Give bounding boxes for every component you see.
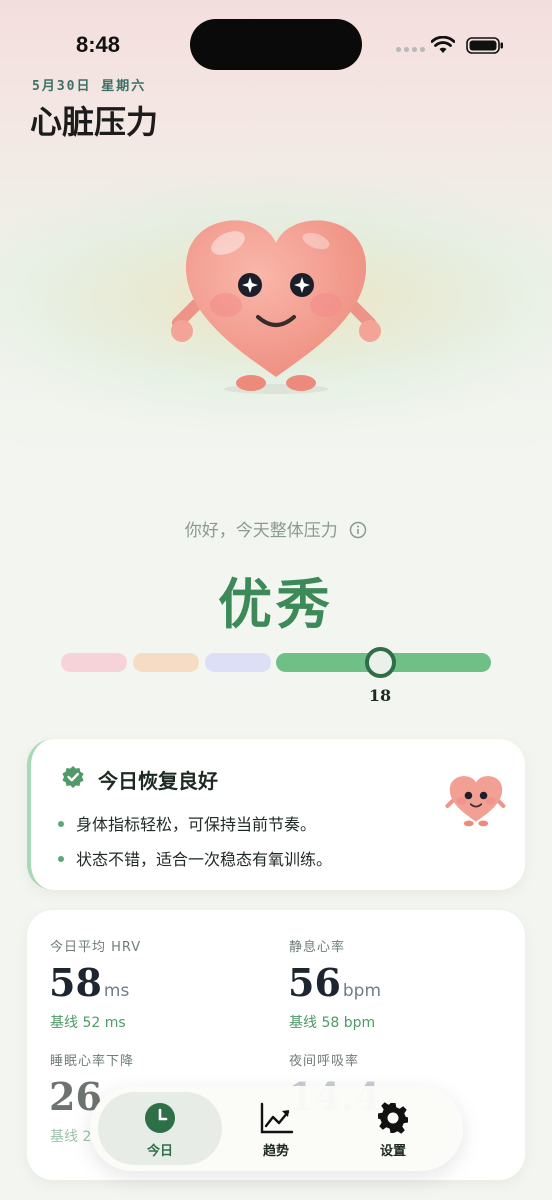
wifi-icon <box>431 36 455 53</box>
info-icon[interactable] <box>349 521 367 539</box>
stress-level-label: 优秀 <box>218 573 334 636</box>
tab-settings[interactable]: 设置 <box>331 1092 455 1165</box>
metric-baseline-hrv: 基线 52 ms <box>50 1015 126 1031</box>
status-time: 8:48 <box>76 32 121 57</box>
cellular-signal-icon <box>396 47 425 52</box>
recovery-bullet: 状态不错，适合一次稳态有氧训练。 <box>58 846 332 870</box>
metric-baseline-resting-hr: 基线 58 bpm <box>289 1015 376 1031</box>
metric-baseline-sleep-hr-drop: 基线 2 <box>50 1129 92 1145</box>
small-heart-mascot-icon <box>445 776 506 827</box>
tab-trends-label: 趋势 <box>262 1144 289 1159</box>
stress-scale-segment-high <box>61 653 127 672</box>
recovery-card[interactable]: 今日恢复良好 身体指标轻松，可保持当前节奏。 状态不错，适合一次稳态有氧训练。 <box>27 739 525 890</box>
heart-mascot-illustration <box>171 220 381 394</box>
date-label: 5月30日 星期六 <box>32 79 147 94</box>
recovery-card-title: 今日恢复良好 <box>98 769 218 793</box>
tab-today-label: 今日 <box>146 1144 173 1159</box>
stress-scale-segment-medium <box>133 653 199 672</box>
metric-label-night-resp-rate: 夜间呼吸率 <box>289 1054 360 1069</box>
clock-icon <box>145 1103 175 1133</box>
metric-label-resting-hr: 静息心率 <box>289 940 346 955</box>
stress-scale-indicator <box>365 647 396 678</box>
tab-today[interactable]: 今日 <box>98 1092 222 1165</box>
metric-label-hrv: 今日平均 HRV <box>50 940 142 955</box>
gear-icon <box>378 1102 408 1134</box>
page-title: 心脏压力 <box>30 103 159 141</box>
tab-settings-label: 设置 <box>379 1144 406 1159</box>
greeting-text: 你好，今天整体压力 <box>0 516 552 541</box>
metric-value-hrv: 58 ms <box>49 960 130 1005</box>
recovery-bullet: 身体指标轻松，可保持当前节奏。 <box>58 811 316 835</box>
metric-label-sleep-hr-drop: 睡眠心率下降 <box>50 1054 135 1069</box>
bottom-tab-bar: 今日 趋势 设置 <box>90 1086 463 1171</box>
stress-scale-segment-normal <box>205 653 271 672</box>
metric-value-resting-hr: 56 bpm <box>288 960 382 1005</box>
dynamic-island <box>190 19 362 70</box>
battery-icon <box>466 37 503 54</box>
verified-check-icon <box>62 766 84 788</box>
tab-trends[interactable]: 趋势 <box>214 1092 338 1165</box>
stress-score: 18 <box>368 686 392 705</box>
trend-chart-icon <box>260 1102 294 1134</box>
